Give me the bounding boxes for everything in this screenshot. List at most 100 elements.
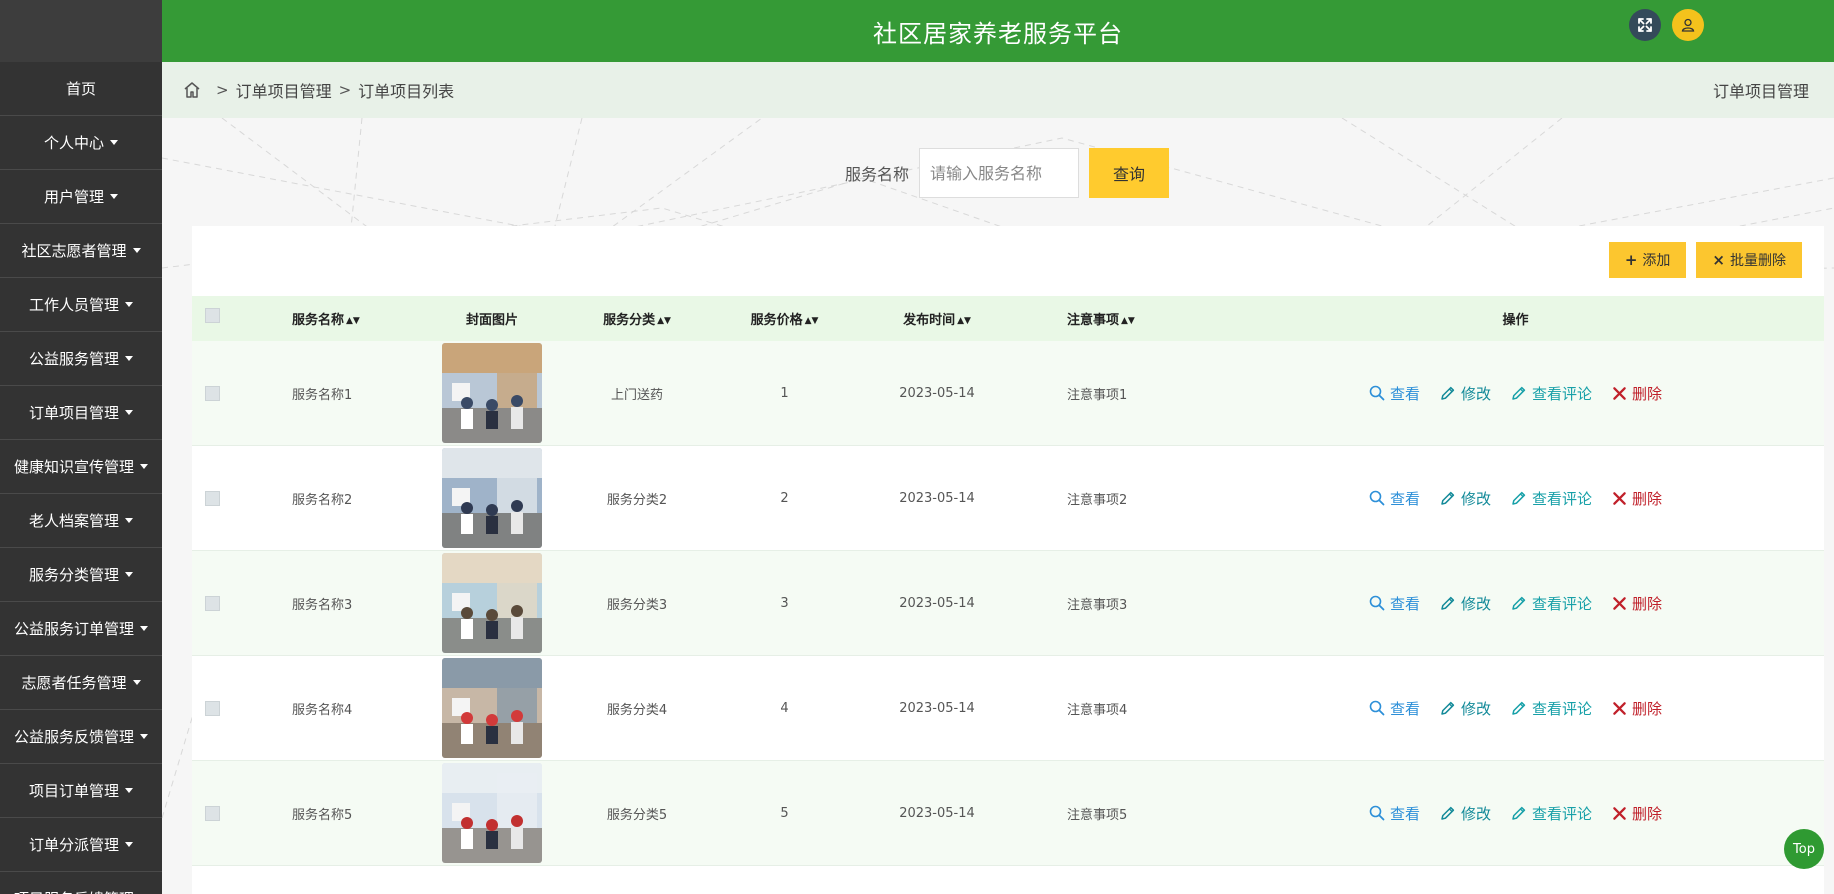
search-label: 服务名称 <box>845 165 910 184</box>
delete-button[interactable]: 删除 <box>1612 698 1662 719</box>
delete-button[interactable]: 删除 <box>1612 488 1662 509</box>
caret-down-icon <box>110 140 118 145</box>
view-comments-button[interactable]: 查看评论 <box>1511 593 1592 614</box>
plus-icon: + <box>1624 251 1638 269</box>
view-button[interactable]: 查看 <box>1369 593 1420 614</box>
row-checkbox[interactable] <box>204 595 220 611</box>
sidebar-item-11[interactable]: 志愿者任务管理 <box>0 656 162 710</box>
search-button[interactable]: 查询 <box>1089 148 1170 198</box>
sidebar-item-6[interactable]: 订单项目管理 <box>0 386 162 440</box>
sidebar-item-2[interactable]: 用户管理 <box>0 170 162 224</box>
caret-down-icon <box>110 194 118 199</box>
cell-note: 注意事项4 <box>1067 702 1128 718</box>
column-header-label: 服务名称 <box>292 313 345 328</box>
row-checkbox[interactable] <box>204 490 220 506</box>
cell-category: 上门送药 <box>610 387 663 403</box>
sidebar-item-9[interactable]: 服务分类管理 <box>0 548 162 602</box>
view-button[interactable]: 查看 <box>1369 698 1420 719</box>
user-icon <box>1681 18 1695 32</box>
sidebar-item-label: 志愿者任务管理 <box>21 674 127 692</box>
sidebar-item-10[interactable]: 公益服务订单管理 <box>0 602 162 656</box>
column-header-time[interactable]: 发布时间 ▲▼ <box>857 309 1017 328</box>
table-row: 服务名称2 服务分类2 2 2023-05-14 注意事项2 查看 修改 查看评论 删除 <box>192 446 1824 551</box>
page-title: 社区居家养老服务平台 <box>873 19 1123 48</box>
table-panel: + 添加 × 批量删除 服务名称 ▲▼ 封面图片 服务分类 ▲▼ 服务价格 ▲▼ 发布… <box>192 226 1824 894</box>
caret-down-icon <box>125 410 133 415</box>
edit-button[interactable]: 修改 <box>1440 698 1491 719</box>
op-label: 查看评论 <box>1532 699 1593 718</box>
cell-service-name: 服务名称2 <box>292 492 353 508</box>
op-label: 删除 <box>1632 804 1663 823</box>
column-header-note[interactable]: 注意事项 ▲▼ <box>1017 309 1207 328</box>
sidebar-item-1[interactable]: 个人中心 <box>0 116 162 170</box>
sidebar-item-4[interactable]: 工作人员管理 <box>0 278 162 332</box>
table-row: 服务名称1 上门送药 1 2023-05-14 注意事项1 查看 修改 查看评论 删除 <box>192 341 1824 446</box>
cell-publish-time: 2023-05-14 <box>899 385 975 401</box>
breadcrumb-current-section: 订单项目管理 <box>1712 82 1809 101</box>
op-label: 删除 <box>1632 489 1663 508</box>
op-label: 修改 <box>1460 594 1491 613</box>
sidebar-item-3[interactable]: 社区志愿者管理 <box>0 224 162 278</box>
sidebar-item-label: 社区志愿者管理 <box>21 242 127 260</box>
select-all-checkbox[interactable] <box>204 308 220 323</box>
add-button[interactable]: + 添加 <box>1608 242 1687 278</box>
fullscreen-button[interactable] <box>1629 9 1661 41</box>
row-checkbox[interactable] <box>204 385 220 401</box>
sidebar-item-7[interactable]: 健康知识宣传管理 <box>0 440 162 494</box>
view-comments-button[interactable]: 查看评论 <box>1511 383 1592 404</box>
delete-button[interactable]: 删除 <box>1612 803 1662 824</box>
service-name-search-input[interactable] <box>919 148 1080 198</box>
edit-button[interactable]: 修改 <box>1440 803 1491 824</box>
sidebar-item-12[interactable]: 公益服务反馈管理 <box>0 710 162 764</box>
view-comments-button[interactable]: 查看评论 <box>1511 803 1592 824</box>
edit-button[interactable]: 修改 <box>1440 383 1491 404</box>
view-button[interactable]: 查看 <box>1369 383 1420 404</box>
sidebar-item-label: 老人档案管理 <box>28 512 119 530</box>
user-avatar-button[interactable] <box>1672 9 1704 41</box>
edit-button[interactable]: 修改 <box>1440 488 1491 509</box>
breadcrumb: > 订单项目管理 > 订单项目列表 订单项目管理 <box>162 62 1834 118</box>
back-to-top-button[interactable]: Top <box>1784 829 1824 869</box>
sidebar-item-label: 公益服务反馈管理 <box>13 728 134 746</box>
column-header-category[interactable]: 服务分类 ▲▼ <box>562 309 712 328</box>
op-label: 查看 <box>1389 489 1420 508</box>
sort-icon: ▲▼ <box>1121 315 1135 326</box>
sidebar-item-5[interactable]: 公益服务管理 <box>0 332 162 386</box>
home-icon[interactable] <box>182 80 202 100</box>
column-header-label: 服务分类 <box>603 313 656 328</box>
op-label: 修改 <box>1460 804 1491 823</box>
row-checkbox[interactable] <box>204 805 220 821</box>
cell-price: 3 <box>780 595 789 611</box>
breadcrumb-separator: > <box>216 81 229 99</box>
pencil-icon <box>1441 596 1455 610</box>
order-project-table: 服务名称 ▲▼ 封面图片 服务分类 ▲▼ 服务价格 ▲▼ 发布时间 ▲▼ 注意事项 ▲▼ … <box>192 296 1824 866</box>
sidebar-item-label: 首页 <box>65 80 96 98</box>
batch-delete-button[interactable]: × 批量删除 <box>1696 242 1802 278</box>
column-header-name[interactable]: 服务名称 ▲▼ <box>232 309 422 328</box>
view-button[interactable]: 查看 <box>1369 803 1420 824</box>
sidebar-item-label: 项目服务反馈管理 <box>14 888 134 894</box>
close-icon <box>1613 386 1626 400</box>
sidebar-item-0[interactable]: 首页 <box>0 62 162 116</box>
sidebar-item-label: 公益服务管理 <box>28 350 119 368</box>
delete-button[interactable]: 删除 <box>1612 593 1662 614</box>
top-header: 社区居家养老服务平台 <box>162 0 1834 62</box>
view-comments-button[interactable]: 查看评论 <box>1511 488 1592 509</box>
cell-category: 服务分类3 <box>606 597 668 613</box>
sidebar-item-14[interactable]: 订单分派管理 <box>0 818 162 872</box>
column-header-price[interactable]: 服务价格 ▲▼ <box>712 309 857 328</box>
row-checkbox[interactable] <box>204 700 220 716</box>
delete-button[interactable]: 删除 <box>1612 383 1662 404</box>
view-comments-button[interactable]: 查看评论 <box>1511 698 1592 719</box>
cell-note: 注意事项2 <box>1067 492 1128 508</box>
edit-button[interactable]: 修改 <box>1440 593 1491 614</box>
sidebar-item-8[interactable]: 老人档案管理 <box>0 494 162 548</box>
sidebar-item-15[interactable]: 项目服务反馈管理 <box>0 872 162 894</box>
batch-delete-button-label: 批量删除 <box>1730 253 1786 269</box>
sidebar-item-label: 项目订单管理 <box>28 782 119 800</box>
view-button[interactable]: 查看 <box>1369 488 1420 509</box>
breadcrumb-item-order-project-management[interactable]: 订单项目管理 <box>236 78 332 102</box>
search-bar: 服务名称 查询 <box>845 148 1170 198</box>
sidebar-item-13[interactable]: 项目订单管理 <box>0 764 162 818</box>
column-header-image: 封面图片 <box>465 313 518 328</box>
